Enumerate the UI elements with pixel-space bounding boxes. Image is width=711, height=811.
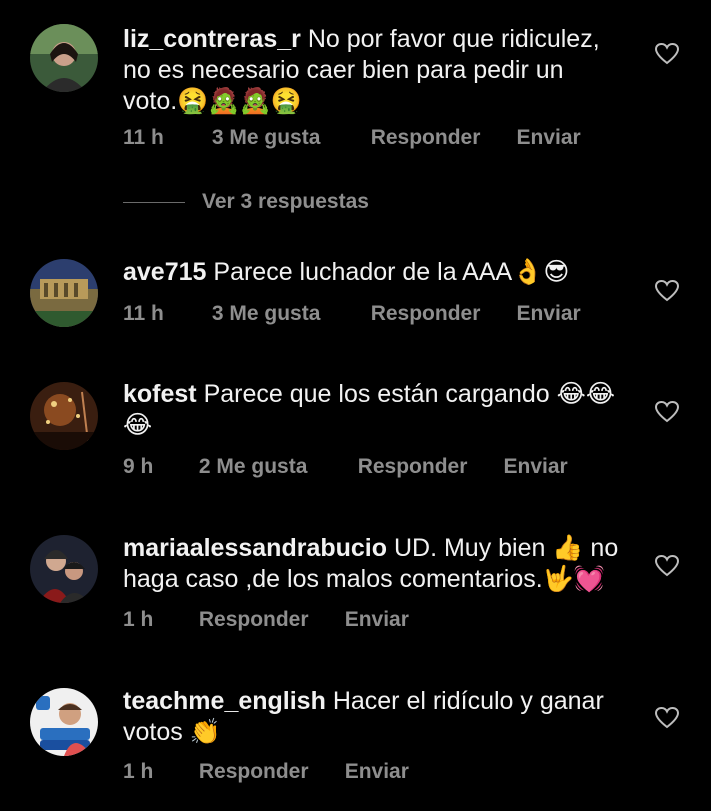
comment-username[interactable]: mariaalessandrabucio (123, 534, 387, 562)
comment-meta: 11 h 3 Me gusta Responder Enviar (123, 302, 581, 326)
reply-button[interactable]: Responder (199, 608, 339, 632)
comment-text: kofest Parece que los están cargando 😂😂😂 (123, 379, 623, 441)
avatar[interactable] (30, 24, 98, 92)
reply-button[interactable]: Responder (371, 126, 511, 150)
comment-meta: 9 h 2 Me gusta Responder Enviar (123, 455, 568, 479)
like-heart-icon[interactable] (654, 400, 680, 424)
user-avatar-icon (30, 259, 98, 327)
send-button[interactable]: Enviar (517, 302, 581, 326)
comment-body: Parece que los están cargando 😂😂😂 (123, 380, 616, 439)
comment-time: 11 h (123, 302, 164, 325)
comment-body: Parece luchador de la AAA👌😎 (213, 258, 570, 286)
like-heart-icon[interactable] (654, 706, 680, 730)
comment-text: mariaalessandrabucio UD. Muy bien 👍 no h… (123, 533, 623, 595)
comment-likes[interactable]: 2 Me gusta (199, 455, 352, 479)
comment-likes[interactable]: 3 Me gusta (212, 126, 365, 150)
send-button[interactable]: Enviar (504, 455, 568, 479)
avatar[interactable] (30, 382, 98, 450)
user-avatar-icon (30, 382, 98, 450)
view-replies-label: Ver 3 respuestas (202, 190, 369, 213)
user-avatar-icon (30, 24, 98, 92)
comment-time: 1 h (123, 760, 154, 783)
send-button[interactable]: Enviar (345, 608, 409, 632)
user-avatar-icon (30, 535, 98, 603)
comment-text: ave715 Parece luchador de la AAA👌😎 (123, 257, 623, 288)
comment-meta: 1 h Responder Enviar (123, 760, 409, 784)
replies-divider (123, 201, 185, 203)
comment-username[interactable]: liz_contreras_r (123, 25, 301, 53)
avatar[interactable] (30, 535, 98, 603)
comment-meta: 11 h 3 Me gusta Responder Enviar (123, 126, 581, 150)
like-heart-icon[interactable] (654, 279, 680, 303)
reply-button[interactable]: Responder (358, 455, 498, 479)
comment-text: teachme_english Hacer el ridículo y gana… (123, 686, 623, 748)
reply-button[interactable]: Responder (371, 302, 511, 326)
comment-time: 9 h (123, 455, 154, 478)
comment-username[interactable]: teachme_english (123, 687, 326, 715)
like-heart-icon[interactable] (654, 42, 680, 66)
send-button[interactable]: Enviar (517, 126, 581, 150)
comment-text: liz_contreras_r No por favor que ridicul… (123, 24, 623, 117)
comment-likes[interactable]: 3 Me gusta (212, 302, 365, 326)
send-button[interactable]: Enviar (345, 760, 409, 784)
comment-meta: 1 h Responder Enviar (123, 608, 409, 632)
reply-button[interactable]: Responder (199, 760, 339, 784)
like-heart-icon[interactable] (654, 554, 680, 578)
avatar[interactable] (30, 688, 98, 756)
view-replies-button[interactable]: Ver 3 respuestas (123, 190, 369, 214)
user-avatar-icon (30, 688, 98, 756)
comment-time: 11 h (123, 126, 164, 149)
comment-username[interactable]: kofest (123, 380, 197, 408)
comment-time: 1 h (123, 608, 154, 631)
avatar[interactable] (30, 259, 98, 327)
comment-username[interactable]: ave715 (123, 258, 206, 286)
